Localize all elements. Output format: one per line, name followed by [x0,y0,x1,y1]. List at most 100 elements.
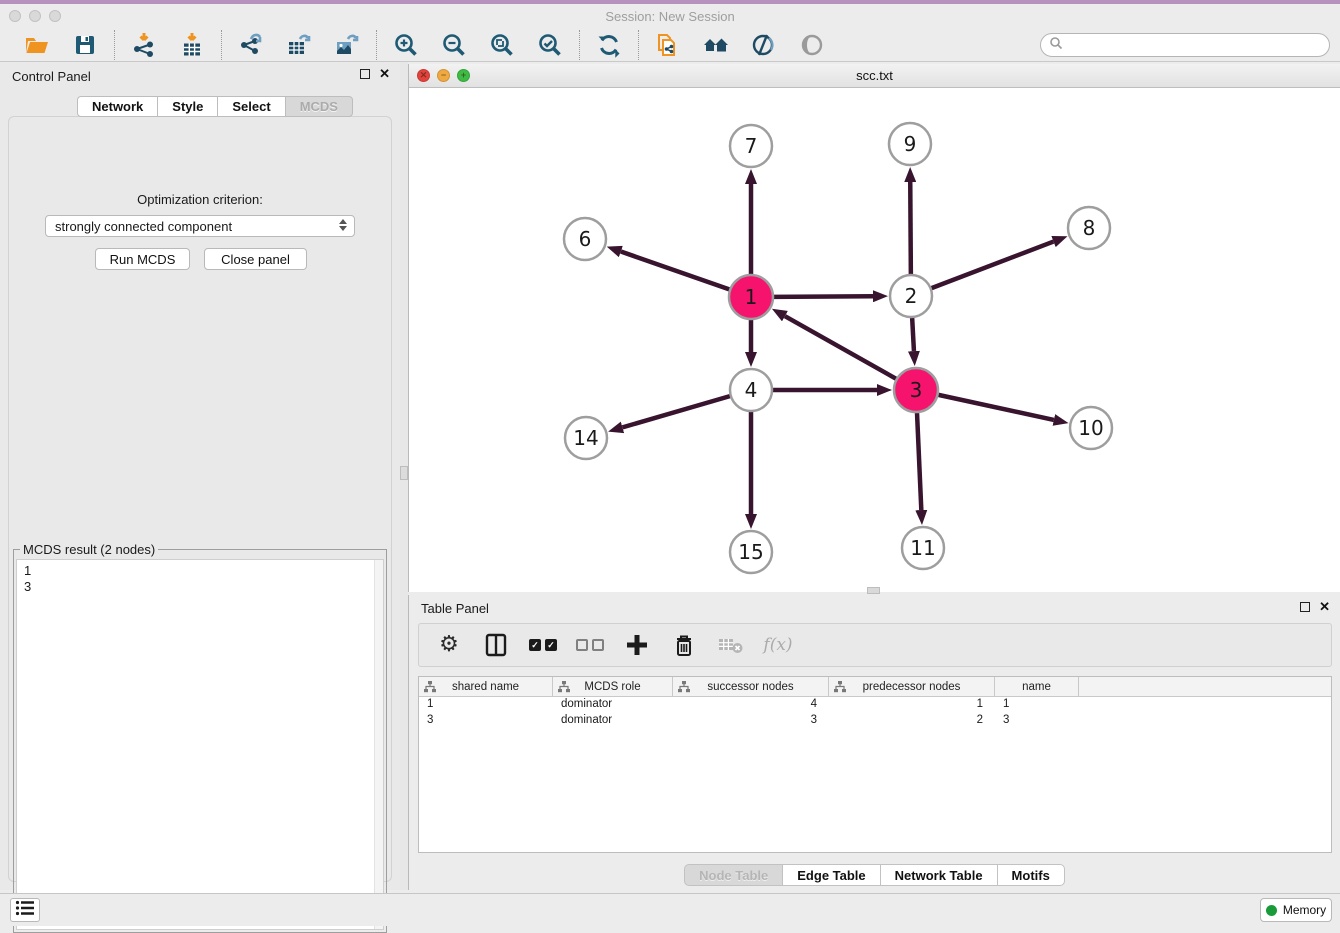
zoom-selected-button[interactable] [536,31,564,59]
status-list-button[interactable] [10,898,40,922]
graph-node-8[interactable]: 8 [1068,207,1110,249]
optimization-criterion-select[interactable]: strongly connected component [45,215,355,237]
open-file-button[interactable] [23,31,51,59]
cell-successor-nodes[interactable]: 3 [673,713,829,729]
import-network-button[interactable] [130,31,158,59]
tab-edge-table[interactable]: Edge Table [782,864,879,886]
graph-node-4[interactable]: 4 [730,369,772,411]
search-icon [1049,36,1063,55]
graph-edge-1-6[interactable] [621,252,729,290]
cell-name[interactable]: 1 [995,697,1079,713]
graph-node-9[interactable]: 9 [889,123,931,165]
close-panel-button[interactable]: Close panel [204,248,307,270]
export-table-icon [286,32,312,58]
table-row[interactable]: 1 dominator 4 1 1 [419,697,1331,713]
import-table-button[interactable] [178,31,206,59]
graph-node-15[interactable]: 15 [730,531,772,573]
graph-node-11[interactable]: 11 [902,527,944,569]
graph-edge-3-1[interactable] [785,316,896,379]
add-row-button[interactable] [624,632,650,658]
cell-predecessor-nodes[interactable]: 2 [829,713,995,729]
duplicate-network-button[interactable] [654,31,682,59]
cell-name[interactable]: 3 [995,713,1079,729]
tab-select[interactable]: Select [217,96,284,117]
column-icon [484,633,508,657]
toggle-graphics-details-button[interactable] [750,31,778,59]
save-session-button[interactable] [71,31,99,59]
network-canvas[interactable]: 7 9 6 8 1 2 4 3 14 10 15 11 [409,88,1340,592]
show-column-button[interactable] [483,632,509,658]
graph-node-label: 2 [905,284,918,308]
search-box[interactable] [1040,33,1330,57]
cell-successor-nodes[interactable]: 4 [673,697,829,713]
memory-button[interactable]: Memory [1260,898,1332,922]
deselect-all-button[interactable] [577,632,603,658]
memory-label: Memory [1283,903,1326,917]
result-scrollbar[interactable] [374,560,383,929]
zoom-in-button[interactable] [392,31,420,59]
close-panel-icon[interactable]: ✕ [379,69,390,79]
graph-node-10[interactable]: 10 [1070,407,1112,449]
graph-edge-2-8[interactable] [932,242,1054,289]
cell-mcds-role[interactable]: dominator [553,713,673,729]
column-header-mcds-role[interactable]: MCDS role [553,677,673,696]
mcds-result-textarea[interactable]: 1 3 [16,559,384,930]
column-label: shared name [452,681,519,693]
tab-motifs[interactable]: Motifs [997,864,1065,886]
graph-node-6[interactable]: 6 [564,218,606,260]
column-label: predecessor nodes [863,681,961,693]
cell-predecessor-nodes[interactable]: 1 [829,697,995,713]
network-graph[interactable]: 7 9 6 8 1 2 4 3 14 10 15 11 [409,88,1340,592]
cell-shared-name[interactable]: 1 [419,697,553,713]
graph-edge-4-14[interactable] [622,396,729,427]
table-options-button[interactable]: ⚙ [436,632,462,658]
export-image-button[interactable] [333,31,361,59]
graph-node-7[interactable]: 7 [730,125,772,167]
zoom-fit-button[interactable] [488,31,516,59]
tab-mcds[interactable]: MCDS [285,96,353,117]
graph-edge-3-11[interactable] [917,413,921,510]
delete-row-button[interactable] [671,632,697,658]
graph-edge-2-3[interactable] [912,318,914,351]
refresh-view-button[interactable] [595,31,623,59]
tab-node-table[interactable]: Node Table [684,864,782,886]
graph-node-label: 7 [745,134,758,158]
column-header-predecessor-nodes[interactable]: predecessor nodes [829,677,995,696]
function-builder-button[interactable]: f(x) [765,632,791,658]
home-button[interactable] [702,31,730,59]
export-network-button[interactable] [237,31,265,59]
search-input[interactable] [1063,35,1329,55]
column-header-name[interactable]: name [995,677,1079,696]
zoom-fit-icon [489,32,515,58]
table-row[interactable]: 3 dominator 3 2 3 [419,713,1331,729]
column-header-shared-name[interactable]: shared name [419,677,553,696]
select-all-button[interactable]: ✓✓ [530,632,556,658]
float-panel-icon[interactable] [360,69,370,79]
delete-table-button[interactable] [718,632,744,658]
export-table-button[interactable] [285,31,313,59]
graph-edge-1-2[interactable] [774,296,873,297]
float-table-panel-icon[interactable] [1300,602,1310,612]
column-header-successor-nodes[interactable]: successor nodes [673,677,829,696]
graph-node-14[interactable]: 14 [565,417,607,459]
graph-node-1[interactable]: 1 [729,275,773,319]
vertical-splitter[interactable] [400,62,408,890]
splitter-handle[interactable] [400,466,408,480]
tab-style[interactable]: Style [157,96,217,117]
tab-network[interactable]: Network [77,96,157,117]
network-window-titlebar[interactable]: ✕ − + scc.txt [409,64,1340,88]
export-image-icon [334,32,360,58]
graph-node-2[interactable]: 2 [890,275,932,317]
zoom-out-button[interactable] [440,31,468,59]
close-table-panel-icon[interactable]: ✕ [1319,602,1330,612]
graph-edge-3-10[interactable] [938,395,1053,420]
tab-network-table[interactable]: Network Table [880,864,997,886]
graph-edge-2-9[interactable] [910,182,911,274]
show-hide-button[interactable] [798,31,826,59]
cell-shared-name[interactable]: 3 [419,713,553,729]
graph-node-3[interactable]: 3 [894,368,938,412]
run-mcds-button[interactable]: Run MCDS [95,248,190,270]
horizontal-splitter-handle[interactable] [867,587,880,594]
cell-mcds-role[interactable]: dominator [553,697,673,713]
graph-node-label: 3 [910,378,923,402]
